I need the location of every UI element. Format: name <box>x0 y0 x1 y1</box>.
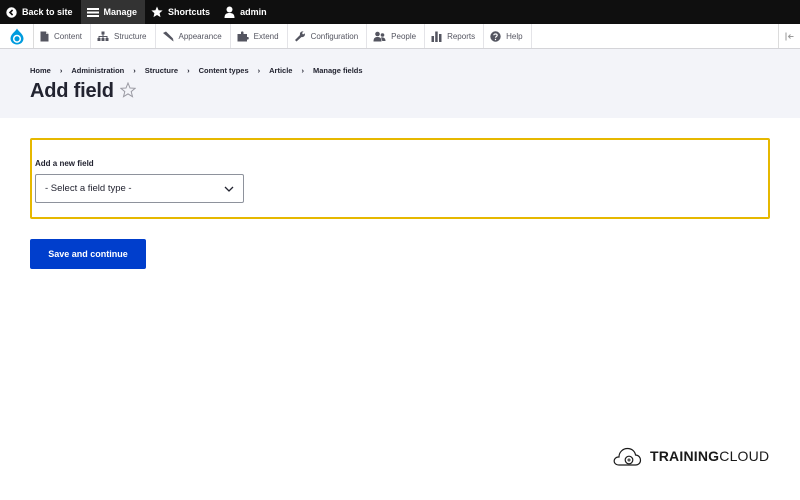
tray-item-label: Appearance <box>178 31 222 41</box>
collapse-arrow-icon <box>785 32 793 40</box>
user-label: admin <box>240 7 267 17</box>
trainingcloud-watermark: TRAININGCLOUD <box>612 444 769 468</box>
manage-tab[interactable]: Manage <box>80 0 146 24</box>
tray-item-label: Structure <box>114 31 147 41</box>
wrench-icon <box>294 30 305 41</box>
breadcrumb-link-structure[interactable]: Structure <box>145 66 178 75</box>
breadcrumb-separator-icon: › <box>133 66 136 75</box>
watermark-text: TRAININGCLOUD <box>650 448 769 464</box>
page-title: Add field <box>30 79 114 102</box>
watermark-brand-bold: TRAINING <box>650 448 720 464</box>
people-icon <box>373 31 386 41</box>
shortcut-star-icon[interactable] <box>119 81 137 103</box>
breadcrumb-separator-icon: › <box>187 66 190 75</box>
field-type-select-value: - Select a field type - <box>45 183 132 194</box>
file-icon <box>40 31 49 41</box>
tray-item-label: Configuration <box>310 31 359 41</box>
add-new-field-label: Add a new field <box>35 159 94 168</box>
hamburger-icon <box>86 7 99 18</box>
breadcrumb-link-administration[interactable]: Administration <box>71 66 124 75</box>
tray-item-content[interactable]: Content <box>34 24 92 48</box>
tray-item-structure[interactable]: Structure <box>91 24 156 48</box>
shortcuts-label: Shortcuts <box>168 7 211 17</box>
user-tab[interactable]: admin <box>218 0 275 24</box>
admin-toolbar: Back to site Manage Shortcuts admin <box>0 0 800 24</box>
tray-item-reports[interactable]: Reports <box>425 24 485 48</box>
back-arrow-icon <box>6 6 17 18</box>
breadcrumb-link-content-types[interactable]: Content types <box>199 66 249 75</box>
bar-chart-icon <box>431 31 442 42</box>
breadcrumb-separator-icon: › <box>59 66 63 75</box>
user-icon <box>224 6 235 18</box>
tray-item-label: Reports <box>447 31 476 41</box>
tray-item-help[interactable]: Help <box>484 24 532 48</box>
page-title-row: Add field <box>30 79 137 103</box>
help-icon <box>490 30 501 42</box>
tray-item-extend[interactable]: Extend <box>231 24 288 48</box>
back-to-site-link[interactable]: Back to site <box>0 0 81 24</box>
hierarchy-icon <box>97 31 109 41</box>
manage-label: Manage <box>103 7 138 17</box>
add-field-fieldset: Add a new field - Select a field type - <box>30 138 770 219</box>
breadcrumb-separator-icon: › <box>257 66 261 75</box>
field-type-select[interactable]: - Select a field type - <box>35 174 244 203</box>
watermark-brand-rest: CLOUD <box>719 448 770 464</box>
cloud-logo-icon <box>613 447 642 466</box>
tray-item-label: Extend <box>253 31 279 41</box>
shortcuts-tab[interactable]: Shortcuts <box>145 0 218 24</box>
drupal-logo[interactable] <box>0 24 34 48</box>
tray-item-configuration[interactable]: Configuration <box>288 24 368 48</box>
back-to-site-label: Back to site <box>22 7 73 17</box>
tray-item-label: People <box>391 31 417 41</box>
paintbrush-icon <box>162 31 173 41</box>
breadcrumb: Home › Administration › Structure › Cont… <box>30 66 363 75</box>
drupal-drop-icon <box>10 28 23 44</box>
star-icon <box>151 6 163 18</box>
chevron-down-icon <box>224 186 234 192</box>
tray-item-appearance[interactable]: Appearance <box>156 24 231 48</box>
tray-orientation-toggle[interactable] <box>778 24 800 48</box>
breadcrumb-link-home[interactable]: Home <box>30 66 51 75</box>
save-and-continue-button[interactable]: Save and continue <box>30 239 146 269</box>
tray-item-label: Help <box>506 31 523 41</box>
breadcrumb-separator-icon: › <box>301 66 304 75</box>
breadcrumb-link-article[interactable]: Article <box>269 66 292 75</box>
puzzle-icon <box>237 30 249 41</box>
admin-tray: Content Structure Appearance Extend Conf… <box>0 24 800 49</box>
tray-item-label: Content <box>54 31 83 41</box>
page-header: Home › Administration › Structure › Cont… <box>0 49 800 118</box>
breadcrumb-link-manage-fields[interactable]: Manage fields <box>313 66 363 75</box>
tray-item-people[interactable]: People <box>367 24 426 48</box>
